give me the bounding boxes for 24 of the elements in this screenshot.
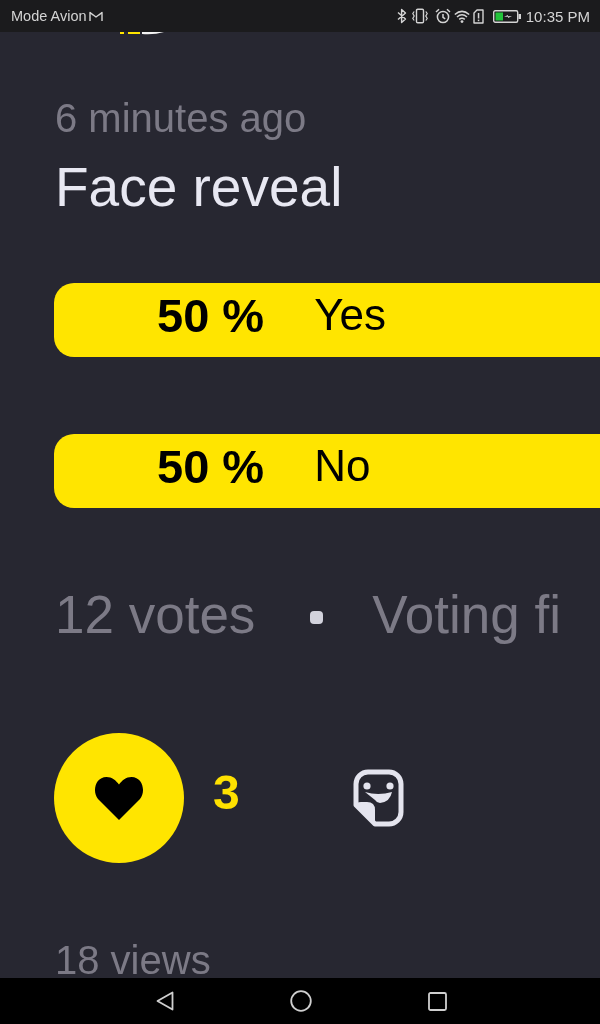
alarm-icon <box>434 8 451 24</box>
post-timestamp: 6 minutes ago <box>55 98 307 138</box>
poll-percent: 50 % <box>157 442 265 490</box>
view-count: 18 views <box>55 942 211 978</box>
sticker-icon[interactable] <box>352 769 404 827</box>
vote-count: 12 votes <box>55 588 256 641</box>
heart-icon <box>93 775 145 821</box>
vibrate-icon <box>411 8 428 24</box>
wifi-icon <box>453 9 470 23</box>
poll-option-label: No <box>314 444 371 488</box>
sim-alert-icon <box>472 8 484 24</box>
home-icon[interactable] <box>290 990 312 1012</box>
like-count: 3 <box>213 768 240 817</box>
mode-label: Mode Avion <box>11 8 87 24</box>
poll-percent: 50 % <box>157 291 265 339</box>
poll-option-label: Yes <box>314 293 386 337</box>
mail-icon <box>88 10 103 22</box>
back-icon[interactable] <box>156 991 174 1011</box>
clock-time: 10:35 PM <box>525 8 590 24</box>
post-title: Face reveal <box>55 160 343 215</box>
recent-apps-icon[interactable] <box>428 991 447 1011</box>
bluetooth-icon <box>396 8 407 24</box>
cropped-image-drawing <box>120 32 164 35</box>
battery-charging-icon <box>492 9 521 23</box>
